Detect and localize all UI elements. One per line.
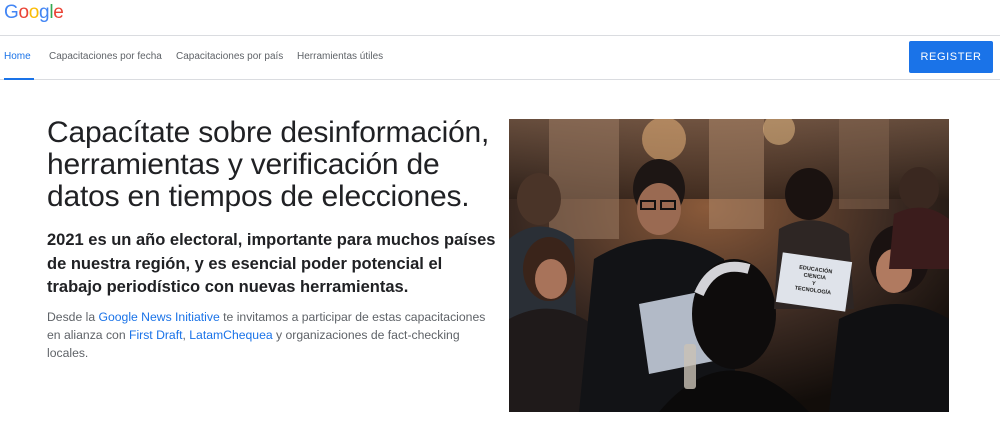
first-draft-link[interactable]: First Draft [129,328,183,342]
google-logo[interactable]: Google [4,2,64,24]
main-nav: Home Capacitaciones por fecha Capacitaci… [0,36,1000,80]
logo-letter: G [4,2,19,23]
hero-title: Capacítate sobre desinformación, herrami… [47,116,490,213]
hero-photo: EDUCACIÓN CIENCIA Y TECNOLOGÍA [509,119,949,412]
logo-letter: o [18,2,29,23]
nav-item-herramientas-utiles[interactable]: Herramientas útiles [297,36,383,80]
logo-letter: g [39,2,50,23]
register-button[interactable]: REGISTER [909,41,993,73]
hero-description: Desde la Google News Initiative te invit… [47,308,487,362]
logo-letter: o [28,2,40,23]
logo-letter: e [53,2,64,23]
nav-item-capacitaciones-por-pais[interactable]: Capacitaciones por país [176,36,283,80]
body-text: Desde la [47,310,99,324]
latamchequea-link[interactable]: LatamChequea [189,328,272,342]
hero-subtitle: 2021 es un año electoral, importante par… [47,231,496,296]
nav-item-capacitaciones-por-fecha[interactable]: Capacitaciones por fecha [49,36,162,80]
google-news-initiative-link[interactable]: Google News Initiative [99,310,220,324]
nav-item-home[interactable]: Home [4,36,34,80]
top-bar: Google [0,0,1000,36]
